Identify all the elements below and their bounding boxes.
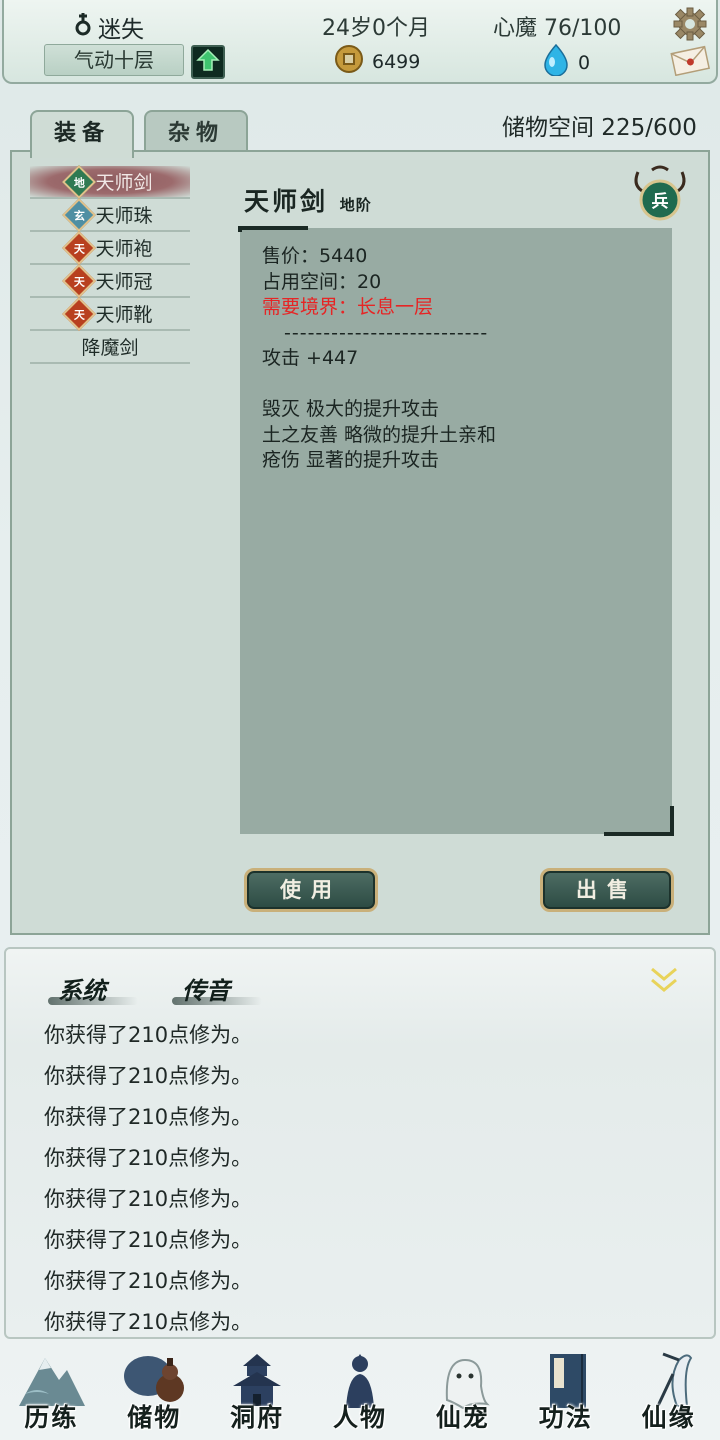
nav-item-character[interactable]: 人物	[309, 1346, 412, 1440]
male-gender-icon	[74, 11, 92, 43]
heart-demon-label: 心魔 76/100	[493, 16, 622, 41]
tab-miscellaneous[interactable]: 杂物	[144, 110, 248, 154]
spirit-stone-counter: 0	[544, 43, 591, 81]
item-name: 天师冠	[95, 271, 153, 293]
item-space: 占用空间：20	[262, 270, 382, 293]
log-message-list: 你获得了210点修为。 你获得了210点修为。 你获得了210点修为。 你获得了…	[44, 1015, 252, 1343]
item-name: 天师袍	[95, 238, 153, 260]
item-detail-title: 天师剑 地阶	[244, 182, 372, 218]
log-message: 你获得了210点修为。	[44, 1187, 253, 1211]
equipment-panel: 地 天师剑 玄 天师珠 天 天师袍 天 天师冠 天 天师靴 降魔剑 天师剑 地阶	[10, 150, 710, 935]
collapse-chevron-icon[interactable]	[648, 965, 680, 995]
frame-corner-decoration	[238, 226, 308, 232]
item-detail-grade: 地阶	[339, 196, 372, 214]
nav-item-cave-residence[interactable]: 洞府	[206, 1346, 309, 1440]
item-list: 地 天师剑 玄 天师珠 天 天师袍 天 天师冠 天 天师靴 降魔剑	[30, 164, 190, 364]
weapon-type-label: 兵	[652, 191, 669, 212]
nav-item-cultivation-method[interactable]: 功法	[514, 1346, 617, 1440]
item-name: 降魔剑	[81, 337, 139, 359]
item-effect: 毁灭 极大的提升攻击	[262, 398, 440, 420]
item-name: 天师珠	[95, 205, 153, 227]
heaven-grade-icon: 天	[62, 296, 97, 331]
mail-envelope-icon[interactable]	[670, 44, 711, 77]
weapon-type-icon: 兵	[630, 162, 690, 224]
item-requirement: 需要境界：长息一层	[262, 296, 434, 318]
item-name: 天师剑	[95, 172, 153, 194]
heaven-grade-icon: 天	[62, 230, 97, 265]
list-item[interactable]: 地 天师剑	[30, 164, 190, 199]
breakthrough-button[interactable]	[191, 45, 225, 79]
earth-grade-icon: 地	[62, 164, 97, 199]
list-item[interactable]: 天 天师袍	[30, 230, 190, 265]
status-bar: 迷失 气动十层 24岁0个月 心魔 76/100 6499 0	[2, 0, 718, 84]
detail-separator: --------------------------	[284, 321, 489, 344]
nav-item-storage[interactable]: 储物	[103, 1346, 206, 1440]
nav-item-spirit-pet[interactable]: 仙宠	[411, 1346, 514, 1440]
spirit-stone-value: 0	[578, 51, 591, 74]
mystic-grade-icon: 玄	[62, 197, 97, 232]
log-message: 你获得了210点修为。	[44, 1105, 253, 1129]
item-effect: 土之友善 略微的提升土亲和	[262, 423, 497, 446]
bottom-nav: 历练 储物 洞府 人物 仙宠 功法 仙缘	[0, 1346, 720, 1440]
log-message: 你获得了210点修为。	[44, 1023, 253, 1047]
age-label: 24岁0个月	[322, 16, 430, 41]
heaven-grade-icon: 天	[62, 263, 97, 298]
use-button[interactable]: 使用	[244, 868, 378, 912]
character-name-text: 迷失	[98, 17, 144, 43]
item-effect: 疮伤 显著的提升攻击	[262, 449, 440, 471]
up-arrow-icon	[196, 48, 220, 76]
character-name[interactable]: 迷失	[74, 10, 144, 44]
message-log: 系统 传音 你获得了210点修为。 你获得了210点修为。 你获得了210点修为…	[4, 947, 716, 1339]
frame-corner-decoration	[604, 806, 674, 836]
realm-button[interactable]: 气动十层	[44, 44, 184, 76]
list-item[interactable]: 天 天师靴	[30, 296, 190, 331]
log-message: 你获得了210点修为。	[44, 1146, 253, 1170]
log-message: 你获得了210点修为。	[44, 1269, 253, 1293]
log-message: 你获得了210点修为。	[44, 1064, 253, 1088]
coin-icon	[334, 44, 364, 79]
log-tab-voice[interactable]: 传音	[172, 971, 262, 1006]
settings-gear-icon[interactable]	[672, 6, 708, 42]
coin-counter: 6499	[334, 44, 420, 79]
list-item[interactable]: 玄 天师珠	[30, 197, 190, 232]
storage-capacity: 储物空间 225/600	[502, 115, 697, 141]
tab-equipment[interactable]: 装备	[30, 110, 134, 158]
log-message: 你获得了210点修为。	[44, 1228, 253, 1252]
sell-button[interactable]: 出售	[540, 868, 674, 912]
item-attack: 攻击 +447	[262, 347, 359, 369]
log-tab-system[interactable]: 系统	[48, 971, 138, 1006]
item-detail-box: 售价：5440 占用空间：20 需要境界：长息一层 --------------…	[238, 226, 674, 836]
item-detail-name: 天师剑	[244, 187, 329, 216]
nav-item-training[interactable]: 历练	[0, 1346, 103, 1440]
list-item[interactable]: 降魔剑	[30, 331, 190, 364]
list-item[interactable]: 天 天师冠	[30, 263, 190, 298]
log-message: 你获得了210点修为。	[44, 1310, 253, 1334]
item-name: 天师靴	[95, 304, 153, 326]
item-price: 售价：5440	[262, 245, 368, 267]
spirit-stone-icon	[544, 43, 568, 81]
coin-value: 6499	[372, 50, 421, 73]
nav-item-immortal-fate[interactable]: 仙缘	[617, 1346, 720, 1440]
